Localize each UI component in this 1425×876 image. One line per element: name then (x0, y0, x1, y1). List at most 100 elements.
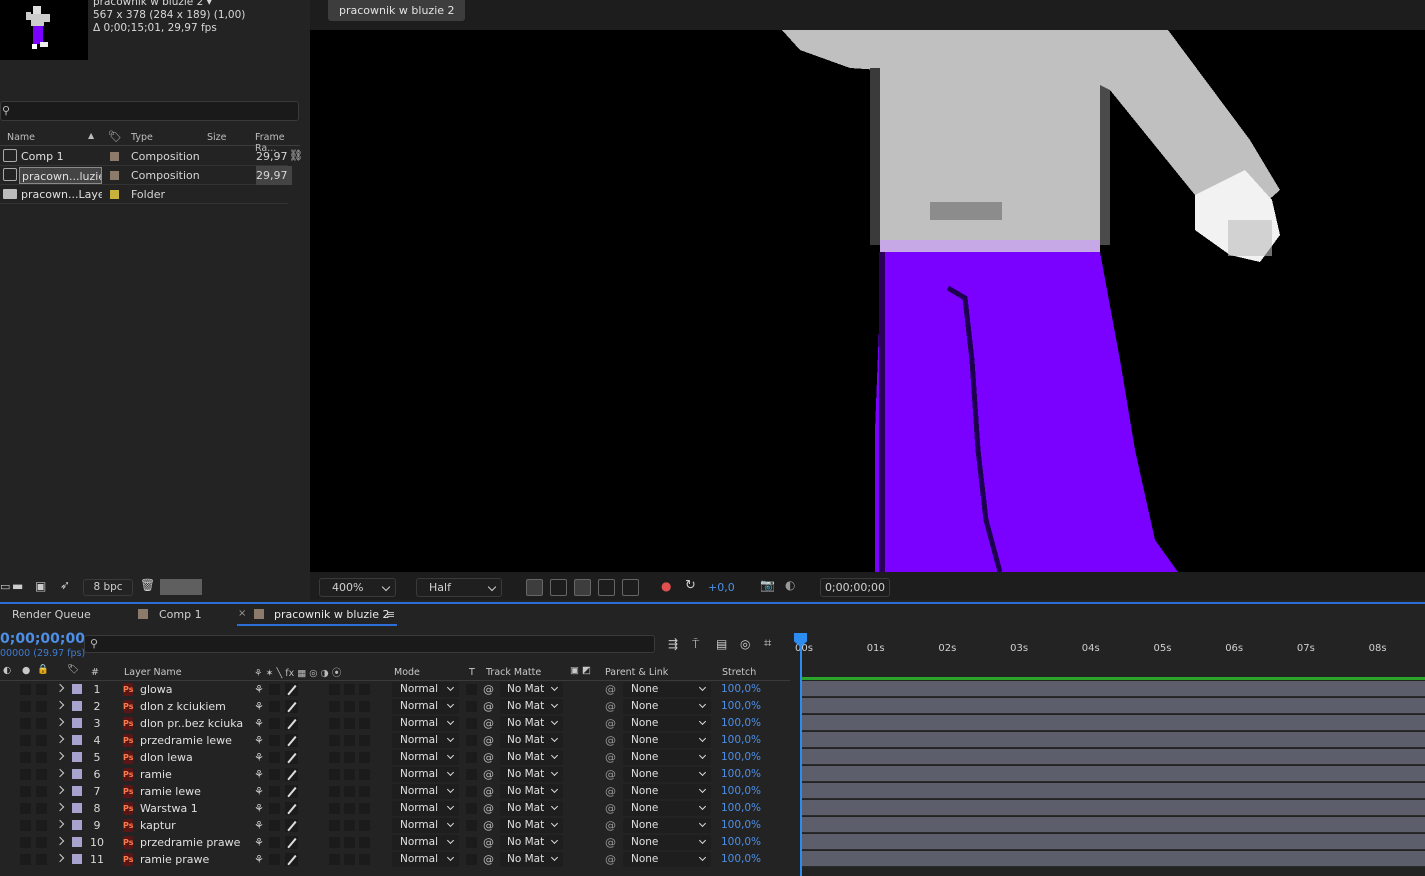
adjustment-switch[interactable] (359, 735, 370, 746)
solo-switch[interactable] (36, 837, 47, 848)
shy-switch-icon[interactable]: ⚘ (254, 698, 264, 715)
quality-switch[interactable] (285, 785, 298, 798)
layer-duration-bar[interactable] (802, 681, 1425, 697)
parent-dropdown[interactable]: None (623, 699, 711, 714)
layer-label-color[interactable] (72, 820, 82, 830)
adjustment-switch[interactable] (359, 837, 370, 848)
layer-row[interactable]: 5 Ps dlon lewa ⚘ Normal @ No Mat @ None 100,0% (0, 749, 790, 766)
shy-switch-icon[interactable]: ⚘ (254, 851, 264, 868)
adjustment-switch[interactable] (359, 769, 370, 780)
expand-arrow-icon[interactable] (55, 734, 65, 744)
video-switch[interactable] (20, 752, 31, 763)
blend-mode-dropdown[interactable]: Normal (392, 699, 459, 714)
exposure-value[interactable]: +0,0 (708, 581, 735, 594)
preserve-transparency-switch[interactable] (466, 701, 477, 712)
video-switch[interactable] (20, 820, 31, 831)
preserve-transparency-switch[interactable] (466, 684, 477, 695)
trash-icon[interactable]: 🗑 (140, 578, 155, 592)
label-tag-icon[interactable]: 🏷 (67, 664, 79, 675)
blend-mode-dropdown[interactable]: Normal (392, 767, 459, 782)
timeline-current-time[interactable]: 0;00;00;00 (0, 631, 85, 647)
blend-mode-dropdown[interactable]: Normal (392, 818, 459, 833)
collapse-switch[interactable] (269, 854, 280, 865)
effects-switch[interactable] (329, 769, 340, 780)
shy-switch-icon[interactable]: ⚘ (254, 834, 264, 851)
adjustment-switch[interactable] (359, 820, 370, 831)
layer-name[interactable]: ramie (140, 766, 172, 783)
expand-arrow-icon[interactable] (55, 717, 65, 727)
audio-video-switches-icon[interactable]: ◐ (3, 665, 11, 676)
adjustment-switch[interactable] (359, 752, 370, 763)
collapse-switch[interactable] (269, 718, 280, 729)
solo-switch[interactable] (36, 803, 47, 814)
motion-blur-switch[interactable] (344, 837, 355, 848)
label-color-swatch[interactable] (110, 171, 119, 180)
quality-switch[interactable] (285, 751, 298, 764)
video-switch[interactable] (20, 786, 31, 797)
preserve-transparency-switch[interactable] (466, 718, 477, 729)
flowchart-icon[interactable]: ⛓ (289, 149, 303, 162)
viewer-tab[interactable]: pracownik w bluzie 2 (328, 0, 465, 21)
parent-dropdown[interactable]: None (623, 682, 711, 697)
layer-label-color[interactable] (72, 752, 82, 762)
stretch-value[interactable]: 100,0% (721, 766, 761, 783)
video-switch[interactable] (20, 718, 31, 729)
tab-comp-1[interactable]: Comp 1 (159, 608, 202, 621)
layer-label-color[interactable] (72, 837, 82, 847)
video-switch[interactable] (20, 769, 31, 780)
parent-dropdown[interactable]: None (623, 733, 711, 748)
adjustment-switch[interactable] (359, 854, 370, 865)
solo-switch[interactable] (36, 701, 47, 712)
tab-pracownik-w-bluzie-2[interactable]: pracownik w bluzie 2 (274, 608, 390, 621)
layer-row[interactable]: 3 Ps dlon pr..bez kciuka ⚘ Normal @ No Mat @ Non… (0, 715, 790, 732)
expand-arrow-icon[interactable] (55, 785, 65, 795)
timeline-search-input[interactable]: ⚲ (84, 635, 655, 653)
fast-previews-icon[interactable] (526, 579, 543, 596)
stretch-value[interactable]: 100,0% (721, 681, 761, 698)
expand-arrow-icon[interactable] (55, 700, 65, 710)
label-tag-icon[interactable]: 🏷 (108, 130, 122, 143)
shy-switch-icon[interactable]: ⚘ (254, 817, 264, 834)
matte-pickwhip-icon[interactable]: @ (483, 715, 494, 732)
project-item-pracownik-comp[interactable]: pracown...luzie 2 Composition 29,97 (0, 166, 292, 185)
shy-switch-icon[interactable]: ⚘ (254, 749, 264, 766)
layer-name[interactable]: przedramie prawe (140, 834, 240, 851)
collapse-switch[interactable] (269, 837, 280, 848)
parent-pickwhip-icon[interactable]: @ (605, 732, 616, 749)
parent-pickwhip-icon[interactable]: @ (605, 715, 616, 732)
matte-pickwhip-icon[interactable]: @ (483, 681, 494, 698)
parent-pickwhip-icon[interactable]: @ (605, 851, 616, 868)
expand-arrow-icon[interactable] (55, 802, 65, 812)
preserve-transparency-switch[interactable] (466, 752, 477, 763)
stretch-value[interactable]: 100,0% (721, 783, 761, 800)
layer-row[interactable]: 6 Ps ramie ⚘ Normal @ No Mat @ None 100,0% (0, 766, 790, 783)
region-of-interest-icon[interactable] (598, 579, 615, 596)
track-matte-dropdown[interactable]: No Mat (500, 818, 563, 833)
motion-blur-switch[interactable] (344, 701, 355, 712)
layer-name[interactable]: ramie prawe (140, 851, 209, 868)
column-size[interactable]: Size (207, 132, 227, 143)
column-layer-name[interactable]: Layer Name (124, 667, 182, 678)
layer-duration-bar[interactable] (802, 732, 1425, 748)
comp-name-info[interactable]: pracownik w bluzie 2 ▾ (93, 0, 212, 8)
panel-menu-icon[interactable]: ≡ (386, 608, 395, 621)
solo-switch[interactable] (36, 752, 47, 763)
quality-switch[interactable] (285, 683, 298, 696)
effects-switch[interactable] (329, 803, 340, 814)
solo-icon[interactable]: ● (22, 665, 30, 676)
collapse-switch[interactable] (269, 769, 280, 780)
shy-switch-icon[interactable]: ⚘ (254, 715, 264, 732)
parent-pickwhip-icon[interactable]: @ (605, 834, 616, 851)
effects-switch[interactable] (329, 684, 340, 695)
column-name[interactable]: Name (7, 132, 35, 143)
layer-name[interactable]: przedramie lewe (140, 732, 232, 749)
composition-canvas[interactable] (310, 30, 1425, 572)
parent-pickwhip-icon[interactable]: @ (605, 766, 616, 783)
track-matte-dropdown[interactable]: No Mat (500, 835, 563, 850)
layer-row[interactable]: 1 Ps glowa ⚘ Normal @ No Mat @ None 100,0% (0, 681, 790, 698)
reset-exposure-icon[interactable]: ↻ (685, 578, 696, 593)
quality-switch[interactable] (285, 853, 298, 866)
matte-pickwhip-icon[interactable]: @ (483, 851, 494, 868)
collapse-switch[interactable] (269, 752, 280, 763)
layer-label-color[interactable] (72, 718, 82, 728)
